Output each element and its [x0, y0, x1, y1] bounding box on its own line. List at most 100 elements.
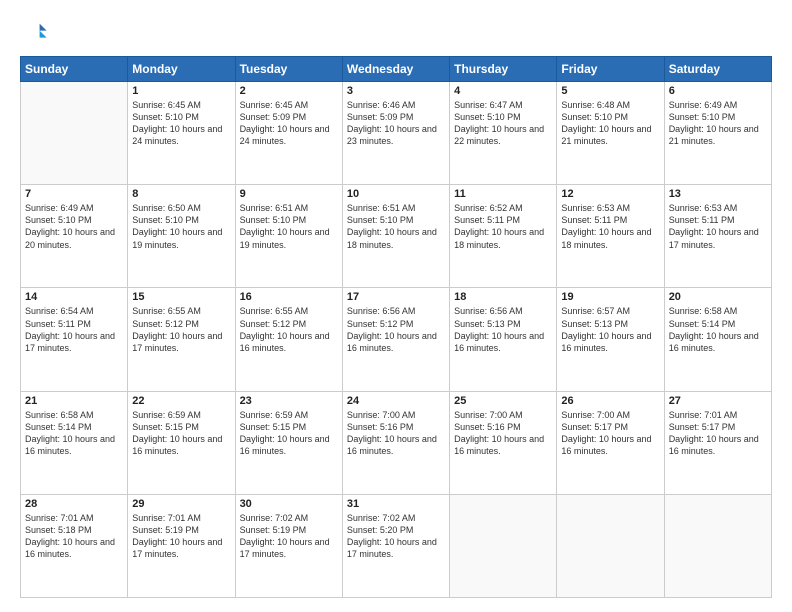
- day-number: 28: [25, 498, 123, 510]
- calendar-cell: 16 Sunrise: 6:55 AM Sunset: 5:12 PM Dayli…: [235, 288, 342, 391]
- calendar-cell: 20 Sunrise: 6:58 AM Sunset: 5:14 PM Dayli…: [664, 288, 771, 391]
- day-info: Sunrise: 6:45 AM Sunset: 5:09 PM Dayligh…: [240, 99, 338, 148]
- calendar-cell: 31Sunrise: 7:02 AM Sunset: 5:20 PM Dayli…: [342, 494, 449, 597]
- calendar-cell: 25 Sunrise: 7:00 AM Sunset: 5:16 PM Dayli…: [450, 391, 557, 494]
- day-info: Sunrise: 6:58 AM Sunset: 5:14 PM Dayligh…: [669, 305, 767, 354]
- day-info: Sunrise: 7:00 AM Sunset: 5:17 PM Dayligh…: [561, 409, 659, 458]
- day-number: 11: [454, 188, 552, 200]
- calendar-week-1: 7Sunrise: 6:49 AM Sunset: 5:10 PM Daylig…: [21, 185, 772, 288]
- day-number: 8: [132, 188, 230, 200]
- calendar-cell: 29 Sunrise: 7:01 AM Sunset: 5:19 PM Dayli…: [128, 494, 235, 597]
- day-info: Sunrise: 6:59 AM Sunset: 5:15 PM Dayligh…: [240, 409, 338, 458]
- calendar-cell: 17 Sunrise: 6:56 AM Sunset: 5:12 PM Dayli…: [342, 288, 449, 391]
- day-number: 26: [561, 395, 659, 407]
- day-info: Sunrise: 6:55 AM Sunset: 5:12 PM Dayligh…: [240, 305, 338, 354]
- day-number: 13: [669, 188, 767, 200]
- calendar-cell: 24 Sunrise: 7:00 AM Sunset: 5:16 PM Dayli…: [342, 391, 449, 494]
- day-info: Sunrise: 6:51 AM Sunset: 5:10 PM Dayligh…: [347, 202, 445, 251]
- day-info: Sunrise: 6:51 AM Sunset: 5:10 PM Dayligh…: [240, 202, 338, 251]
- day-info: Sunrise: 6:54 AM Sunset: 5:11 PM Dayligh…: [25, 305, 123, 354]
- calendar-cell: 1 Sunrise: 6:45 AM Sunset: 5:10 PM Daylig…: [128, 82, 235, 185]
- day-number: 27: [669, 395, 767, 407]
- calendar-header-sunday: Sunday: [21, 57, 128, 82]
- day-info: Sunrise: 6:59 AM Sunset: 5:15 PM Dayligh…: [132, 409, 230, 458]
- day-info: Sunrise: 6:53 AM Sunset: 5:11 PM Dayligh…: [669, 202, 767, 251]
- day-info: Sunrise: 6:53 AM Sunset: 5:11 PM Dayligh…: [561, 202, 659, 251]
- day-number: 20: [669, 291, 767, 303]
- calendar-cell: 7Sunrise: 6:49 AM Sunset: 5:10 PM Daylig…: [21, 185, 128, 288]
- calendar-cell: 9 Sunrise: 6:51 AM Sunset: 5:10 PM Daylig…: [235, 185, 342, 288]
- day-number: 23: [240, 395, 338, 407]
- day-number: 22: [132, 395, 230, 407]
- day-number: 30: [240, 498, 338, 510]
- calendar-header-thursday: Thursday: [450, 57, 557, 82]
- calendar-cell: 11 Sunrise: 6:52 AM Sunset: 5:11 PM Dayli…: [450, 185, 557, 288]
- day-info: Sunrise: 6:46 AM Sunset: 5:09 PM Dayligh…: [347, 99, 445, 148]
- logo-icon: [20, 18, 48, 46]
- day-info: Sunrise: 6:58 AM Sunset: 5:14 PM Dayligh…: [25, 409, 123, 458]
- calendar-header-monday: Monday: [128, 57, 235, 82]
- calendar-cell: [21, 82, 128, 185]
- calendar-week-2: 14 Sunrise: 6:54 AM Sunset: 5:11 PM Dayli…: [21, 288, 772, 391]
- day-info: Sunrise: 6:47 AM Sunset: 5:10 PM Dayligh…: [454, 99, 552, 148]
- day-number: 17: [347, 291, 445, 303]
- calendar-header-row: SundayMondayTuesdayWednesdayThursdayFrid…: [21, 57, 772, 82]
- calendar-cell: 10 Sunrise: 6:51 AM Sunset: 5:10 PM Dayli…: [342, 185, 449, 288]
- day-info: Sunrise: 7:00 AM Sunset: 5:16 PM Dayligh…: [454, 409, 552, 458]
- calendar-cell: 6Sunrise: 6:49 AM Sunset: 5:10 PM Daylig…: [664, 82, 771, 185]
- day-info: Sunrise: 7:02 AM Sunset: 5:20 PM Dayligh…: [347, 512, 445, 561]
- calendar-table: SundayMondayTuesdayWednesdayThursdayFrid…: [20, 56, 772, 598]
- calendar-cell: 30Sunrise: 7:02 AM Sunset: 5:19 PM Dayli…: [235, 494, 342, 597]
- day-number: 6: [669, 85, 767, 97]
- calendar-cell: 5Sunrise: 6:48 AM Sunset: 5:10 PM Daylig…: [557, 82, 664, 185]
- calendar-week-3: 21 Sunrise: 6:58 AM Sunset: 5:14 PM Dayli…: [21, 391, 772, 494]
- page: SundayMondayTuesdayWednesdayThursdayFrid…: [0, 0, 792, 612]
- day-number: 9: [240, 188, 338, 200]
- calendar-cell: 28Sunrise: 7:01 AM Sunset: 5:18 PM Dayli…: [21, 494, 128, 597]
- day-number: 1: [132, 85, 230, 97]
- calendar-cell: [664, 494, 771, 597]
- day-info: Sunrise: 7:00 AM Sunset: 5:16 PM Dayligh…: [347, 409, 445, 458]
- day-number: 16: [240, 291, 338, 303]
- calendar-header-wednesday: Wednesday: [342, 57, 449, 82]
- day-info: Sunrise: 6:49 AM Sunset: 5:10 PM Dayligh…: [25, 202, 123, 251]
- calendar-cell: 14 Sunrise: 6:54 AM Sunset: 5:11 PM Dayli…: [21, 288, 128, 391]
- day-number: 25: [454, 395, 552, 407]
- calendar-week-4: 28Sunrise: 7:01 AM Sunset: 5:18 PM Dayli…: [21, 494, 772, 597]
- day-info: Sunrise: 6:45 AM Sunset: 5:10 PM Dayligh…: [132, 99, 230, 148]
- day-info: Sunrise: 6:57 AM Sunset: 5:13 PM Dayligh…: [561, 305, 659, 354]
- day-number: 19: [561, 291, 659, 303]
- calendar-cell: 2Sunrise: 6:45 AM Sunset: 5:09 PM Daylig…: [235, 82, 342, 185]
- logo: [20, 18, 53, 46]
- calendar-cell: 23 Sunrise: 6:59 AM Sunset: 5:15 PM Dayli…: [235, 391, 342, 494]
- day-info: Sunrise: 7:01 AM Sunset: 5:17 PM Dayligh…: [669, 409, 767, 458]
- day-number: 15: [132, 291, 230, 303]
- day-number: 4: [454, 85, 552, 97]
- day-number: 10: [347, 188, 445, 200]
- day-info: Sunrise: 7:01 AM Sunset: 5:19 PM Dayligh…: [132, 512, 230, 561]
- calendar-cell: 22 Sunrise: 6:59 AM Sunset: 5:15 PM Dayli…: [128, 391, 235, 494]
- calendar-cell: 21 Sunrise: 6:58 AM Sunset: 5:14 PM Dayli…: [21, 391, 128, 494]
- day-info: Sunrise: 6:52 AM Sunset: 5:11 PM Dayligh…: [454, 202, 552, 251]
- calendar-header-friday: Friday: [557, 57, 664, 82]
- day-number: 14: [25, 291, 123, 303]
- day-info: Sunrise: 6:56 AM Sunset: 5:12 PM Dayligh…: [347, 305, 445, 354]
- day-info: Sunrise: 6:56 AM Sunset: 5:13 PM Dayligh…: [454, 305, 552, 354]
- day-number: 12: [561, 188, 659, 200]
- day-number: 3: [347, 85, 445, 97]
- day-info: Sunrise: 6:55 AM Sunset: 5:12 PM Dayligh…: [132, 305, 230, 354]
- day-number: 24: [347, 395, 445, 407]
- calendar-cell: 3 Sunrise: 6:46 AM Sunset: 5:09 PM Daylig…: [342, 82, 449, 185]
- calendar-cell: 26 Sunrise: 7:00 AM Sunset: 5:17 PM Dayli…: [557, 391, 664, 494]
- calendar-cell: 13 Sunrise: 6:53 AM Sunset: 5:11 PM Dayli…: [664, 185, 771, 288]
- calendar-cell: 8 Sunrise: 6:50 AM Sunset: 5:10 PM Daylig…: [128, 185, 235, 288]
- day-info: Sunrise: 6:50 AM Sunset: 5:10 PM Dayligh…: [132, 202, 230, 251]
- day-number: 21: [25, 395, 123, 407]
- calendar-cell: 18 Sunrise: 6:56 AM Sunset: 5:13 PM Dayli…: [450, 288, 557, 391]
- calendar-cell: 4 Sunrise: 6:47 AM Sunset: 5:10 PM Daylig…: [450, 82, 557, 185]
- calendar-cell: 15 Sunrise: 6:55 AM Sunset: 5:12 PM Dayli…: [128, 288, 235, 391]
- calendar-cell: 19 Sunrise: 6:57 AM Sunset: 5:13 PM Dayli…: [557, 288, 664, 391]
- day-number: 18: [454, 291, 552, 303]
- day-number: 29: [132, 498, 230, 510]
- calendar-cell: [557, 494, 664, 597]
